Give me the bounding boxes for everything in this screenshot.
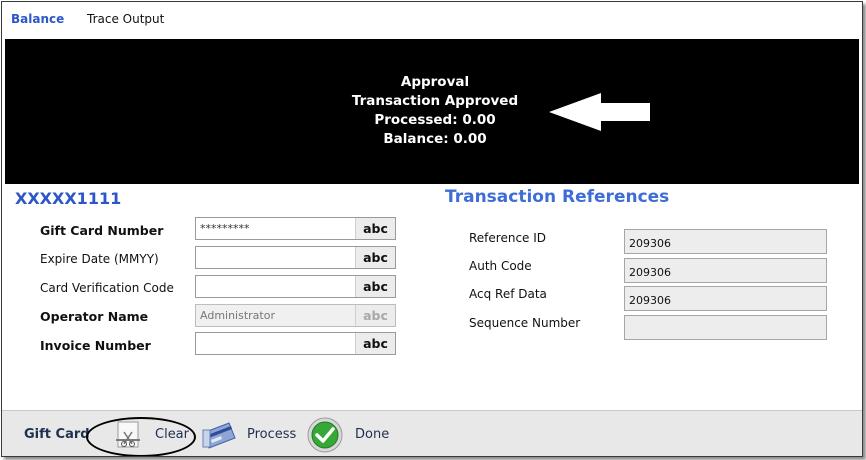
reference-id-field: 209306 [624, 229, 827, 254]
tab-trace-output[interactable]: Trace Output [87, 12, 164, 26]
status-title: Approval [400, 74, 470, 90]
processed-amount: Processed: 0.00 [374, 112, 496, 128]
status-message: Transaction Approved [351, 93, 519, 109]
auth-code-field: 209306 [624, 258, 827, 283]
auth-code-label: Auth Code [469, 259, 532, 273]
footer-toolbar: Gift Card Clear Process Done [2, 410, 862, 456]
cvc-label: Card Verification Code [40, 281, 174, 295]
keyboard-toggle-button: abc [355, 305, 395, 326]
gift-card-number-field[interactable]: ********* abc [195, 217, 396, 240]
gift-card-number-value: ********* [200, 222, 250, 235]
status-text: Approval Transaction Approved Processed:… [5, 73, 862, 149]
balance-amount: Balance: 0.00 [383, 131, 487, 147]
operator-name-value: Administrator [200, 309, 275, 322]
references-title: Transaction References [445, 187, 670, 207]
masked-card-number: XXXXX1111 [15, 189, 122, 208]
done-button[interactable]: Done [307, 411, 397, 456]
highlight-circle [86, 417, 196, 456]
done-label: Done [355, 427, 390, 442]
keyboard-toggle-button[interactable]: abc [355, 218, 395, 239]
operator-name-field: Administrator abc [195, 304, 396, 327]
sequence-number-field [624, 315, 827, 340]
keyboard-toggle-button[interactable]: abc [355, 247, 395, 268]
arrow-left-icon [549, 93, 650, 131]
cvc-field[interactable]: abc [195, 275, 396, 298]
invoice-number-field[interactable]: abc [195, 332, 396, 355]
keyboard-toggle-button[interactable]: abc [355, 276, 395, 297]
gift-card-number-label: Gift Card Number [40, 223, 164, 238]
tab-balance[interactable]: Balance [11, 12, 64, 26]
expire-date-field[interactable]: abc [195, 246, 396, 269]
credit-card-icon [202, 422, 236, 449]
operator-name-label: Operator Name [40, 309, 149, 324]
auth-code-value: 209306 [629, 266, 671, 279]
reference-id-value: 209306 [629, 237, 671, 250]
expire-date-label: Expire Date (MMYY) [40, 252, 159, 266]
sequence-number-label: Sequence Number [469, 316, 581, 330]
invoice-number-label: Invoice Number [40, 338, 151, 353]
footer-title: Gift Card [24, 427, 90, 442]
acq-ref-data-label: Acq Ref Data [469, 287, 547, 301]
tab-bar: Balance Trace Output [2, 2, 862, 38]
process-label: Process [247, 427, 297, 442]
keyboard-toggle-button[interactable]: abc [355, 333, 395, 354]
process-button[interactable]: Process [199, 411, 299, 456]
reference-id-label: Reference ID [469, 231, 547, 245]
status-banner: Approval Transaction Approved Processed:… [5, 39, 859, 184]
checkmark-icon [307, 417, 343, 453]
acq-ref-data-value: 209306 [629, 294, 671, 307]
gift-card-window: Balance Trace Output Approval Transactio… [1, 1, 863, 457]
acq-ref-data-field: 209306 [624, 286, 827, 311]
